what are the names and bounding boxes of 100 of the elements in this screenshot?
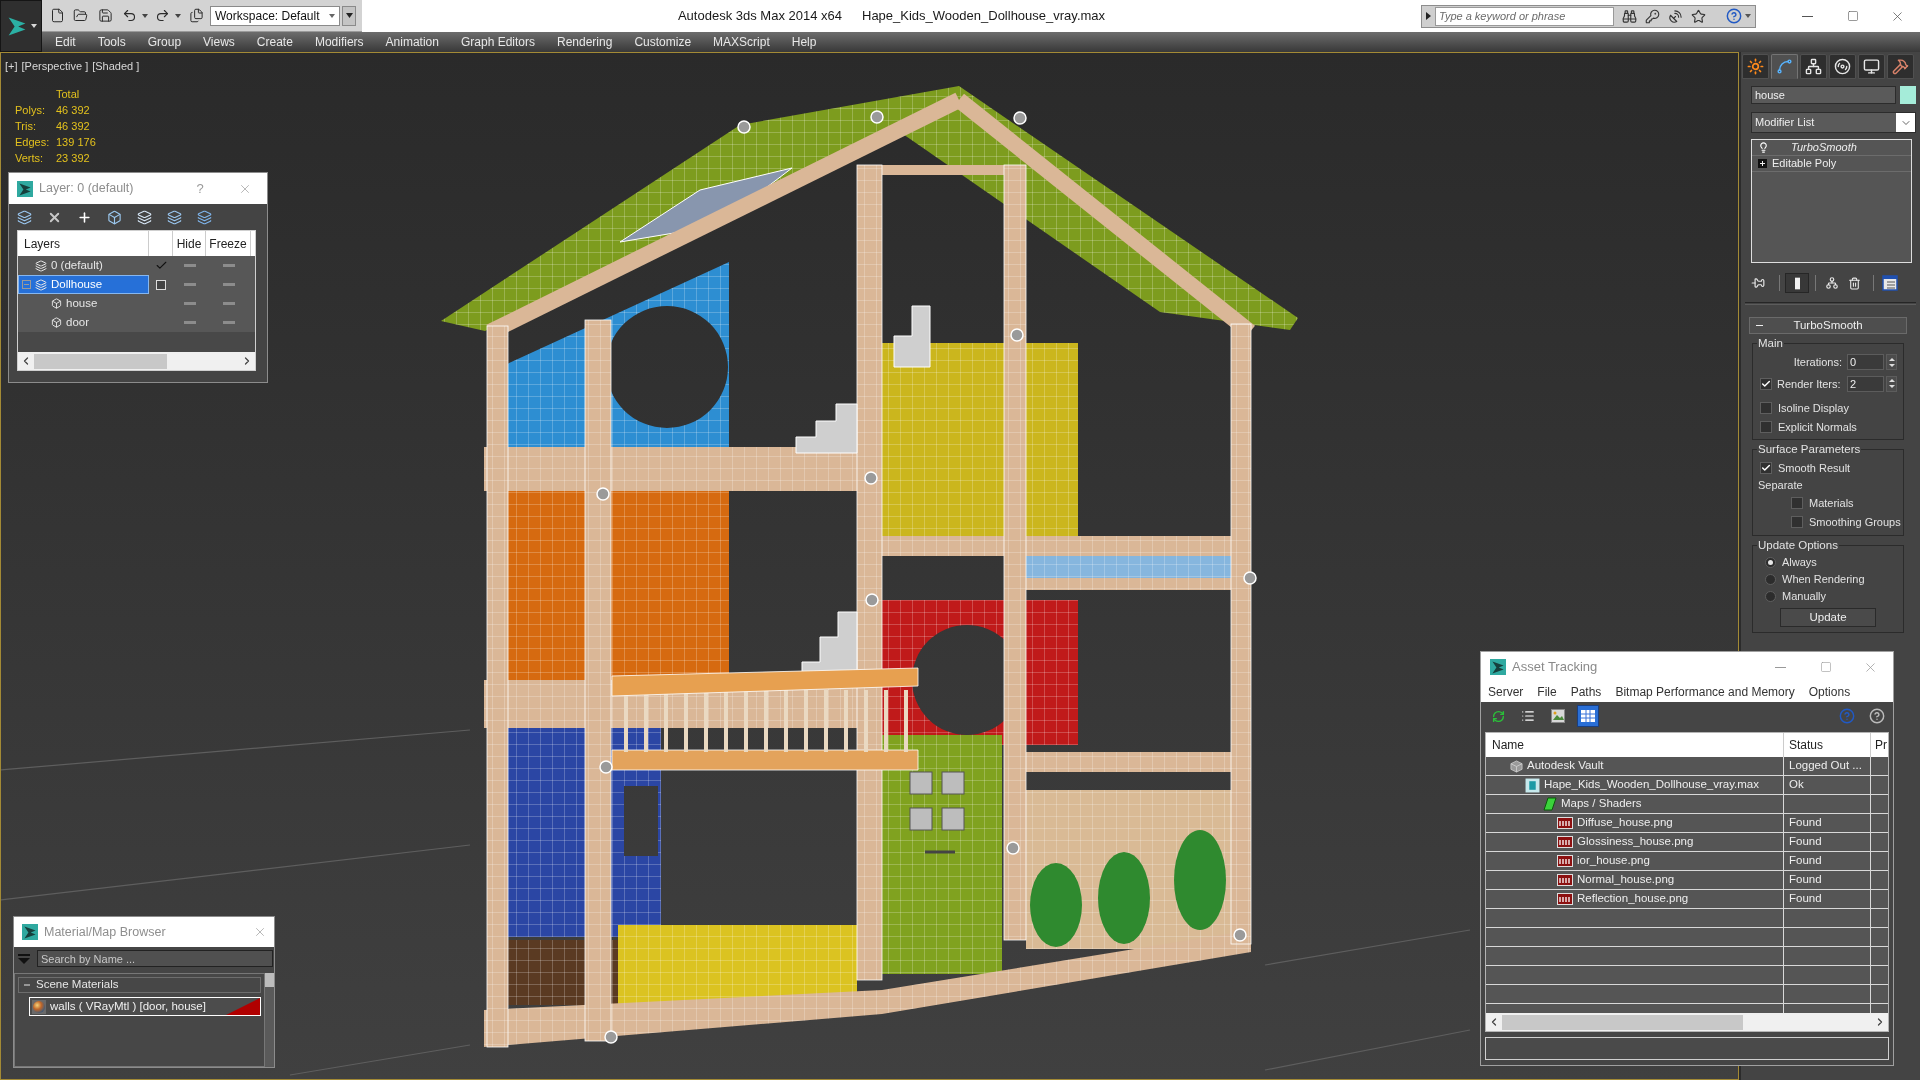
tree-item-label[interactable]: Maps / Shaders	[1561, 795, 1642, 813]
tree-item-label[interactable]: Autodesk Vault	[1527, 757, 1604, 775]
key-icon[interactable]	[1645, 8, 1660, 24]
panel-tab[interactable]	[1829, 54, 1856, 79]
swatch-icon[interactable]	[1900, 86, 1916, 104]
help-icon[interactable]	[1726, 8, 1742, 24]
new-file-icon[interactable]	[50, 8, 65, 23]
layers-icon[interactable]	[197, 209, 212, 225]
layer-item[interactable]: house	[18, 294, 149, 313]
layers-icon[interactable]	[137, 209, 152, 225]
undo-icon[interactable]	[122, 8, 137, 23]
tree-item-label[interactable]: Hape_Kids_Wooden_Dollhouse_vray.max	[1544, 776, 1759, 794]
menu-item[interactable]: File	[1530, 683, 1564, 701]
menu-item[interactable]: Animation	[374, 33, 450, 51]
files-icon[interactable]	[189, 8, 204, 23]
search-field[interactable]: Type a keyword or phrase	[1435, 6, 1614, 26]
spinner-arrows[interactable]	[1886, 375, 1897, 392]
spinner-field[interactable]: 2	[1847, 375, 1884, 392]
satellite-dish-icon[interactable]	[1668, 8, 1683, 24]
menu-item[interactable]: Options	[1801, 683, 1858, 701]
radio-button[interactable]	[1765, 573, 1776, 585]
menu-item[interactable]: Help	[780, 33, 828, 51]
menu-item[interactable]: Graph Editors	[449, 33, 546, 51]
cube-icon[interactable]	[107, 209, 122, 225]
scroll-thumb[interactable]	[34, 353, 168, 369]
tree-item-label[interactable]: Normal_house.png	[1577, 871, 1675, 889]
layer-item[interactable]: Dollhouse	[18, 275, 149, 294]
lightbulb-icon[interactable]	[1758, 142, 1769, 153]
checkbox[interactable]	[1791, 516, 1803, 528]
tree-item-label[interactable]: ior_house.png	[1577, 852, 1650, 870]
menu-item[interactable]: Bitmap Performance and Memory	[1608, 683, 1802, 701]
modifier-list-dropdown[interactable]: Modifier List	[1751, 112, 1916, 133]
menu-item[interactable]: Group	[136, 33, 193, 51]
checkbox[interactable]	[1791, 497, 1803, 509]
column-header[interactable]: Status	[1789, 736, 1824, 754]
scroll-thumb[interactable]	[1502, 1014, 1743, 1030]
menu-item[interactable]: Paths	[1563, 683, 1609, 701]
panel-tab[interactable]	[1800, 54, 1827, 79]
menu-item[interactable]: Views	[192, 33, 246, 51]
spinner-arrows[interactable]	[1886, 354, 1897, 371]
column-header[interactable]: Freeze	[209, 234, 247, 253]
toolbar-button[interactable]	[1577, 705, 1599, 727]
help-icon[interactable]	[1869, 708, 1885, 724]
panel-tab[interactable]	[1858, 54, 1885, 79]
modifier-stack-item[interactable]: Editable Poly	[1752, 156, 1911, 172]
path-field[interactable]	[1485, 1037, 1889, 1060]
toggle-button[interactable]	[1785, 273, 1809, 293]
star-icon[interactable]	[1691, 8, 1706, 24]
panel-tab[interactable]	[1887, 54, 1914, 79]
menu-item[interactable]: Create	[245, 33, 304, 51]
tree-item-label[interactable]: Glossiness_house.png	[1577, 833, 1694, 851]
layers-icon[interactable]	[167, 209, 182, 225]
scrollbar[interactable]	[18, 352, 255, 370]
caret-icon[interactable]	[175, 13, 181, 18]
layer-item[interactable]: door	[18, 313, 149, 332]
object-name-field[interactable]: house	[1751, 86, 1896, 104]
menu-item[interactable]: Server	[1481, 683, 1531, 701]
window-grid-icon[interactable]	[1882, 275, 1898, 291]
scrollbar[interactable]	[265, 973, 274, 1067]
search-field[interactable]: Search by Name ...	[37, 950, 273, 967]
modifier-stack-item[interactable]: TurboSmooth	[1752, 140, 1911, 156]
column-header[interactable]: Pr	[1875, 736, 1887, 754]
checkbox[interactable]	[1760, 462, 1772, 474]
menu-item[interactable]: Edit	[44, 33, 87, 51]
spinner-field[interactable]: 0	[1847, 354, 1884, 371]
menu-item[interactable]: Tools	[86, 33, 137, 51]
binoculars-icon[interactable]	[1622, 8, 1637, 24]
workspace-dropdown[interactable]: Workspace: Default	[210, 5, 340, 26]
scroll-thumb[interactable]	[265, 973, 274, 987]
layers-icon[interactable]	[17, 209, 32, 225]
column-header[interactable]: Hide	[176, 234, 202, 253]
bin-icon[interactable]	[1848, 276, 1861, 290]
save-icon[interactable]	[98, 8, 113, 23]
menu-item[interactable]: Customize	[623, 33, 703, 51]
checkbox[interactable]	[1760, 377, 1772, 390]
menu-item[interactable]: Modifiers	[303, 33, 375, 51]
fork-icon[interactable]	[1825, 276, 1839, 290]
tree-item-label[interactable]: Diffuse_house.png	[1577, 814, 1673, 832]
checkbox[interactable]	[1760, 420, 1772, 433]
rollout-header[interactable]: TurboSmooth	[1749, 317, 1907, 334]
tree-item-label[interactable]: Reflection_house.png	[1577, 890, 1689, 908]
plus-icon[interactable]	[77, 209, 92, 225]
radio-button[interactable]	[1765, 556, 1776, 568]
redo-icon[interactable]	[155, 8, 170, 23]
column-header[interactable]: Name	[1492, 736, 1524, 754]
pin-icon[interactable]	[1751, 276, 1765, 290]
viewport-menu-label[interactable]: [Perspective ]	[21, 58, 89, 75]
viewport-menu-label[interactable]: [Shaded ]	[92, 58, 140, 75]
layer-item[interactable]: 0 (default)	[18, 256, 149, 275]
checkbox[interactable]	[1760, 401, 1772, 414]
viewport-menu-label[interactable]: [+]	[5, 58, 18, 75]
panel-tab[interactable]	[1742, 54, 1769, 79]
material-item[interactable]: walls ( VRayMtl ) [door, house]	[29, 997, 261, 1016]
open-folder-icon[interactable]	[73, 8, 88, 23]
menu-item[interactable]: MAXScript	[702, 33, 781, 51]
group-header[interactable]: Scene Materials	[18, 977, 261, 993]
radio-button[interactable]	[1765, 590, 1776, 602]
menu-item[interactable]: Rendering	[546, 33, 624, 51]
expand-icon[interactable]	[1758, 159, 1767, 168]
app-menu-button[interactable]	[0, 0, 42, 52]
